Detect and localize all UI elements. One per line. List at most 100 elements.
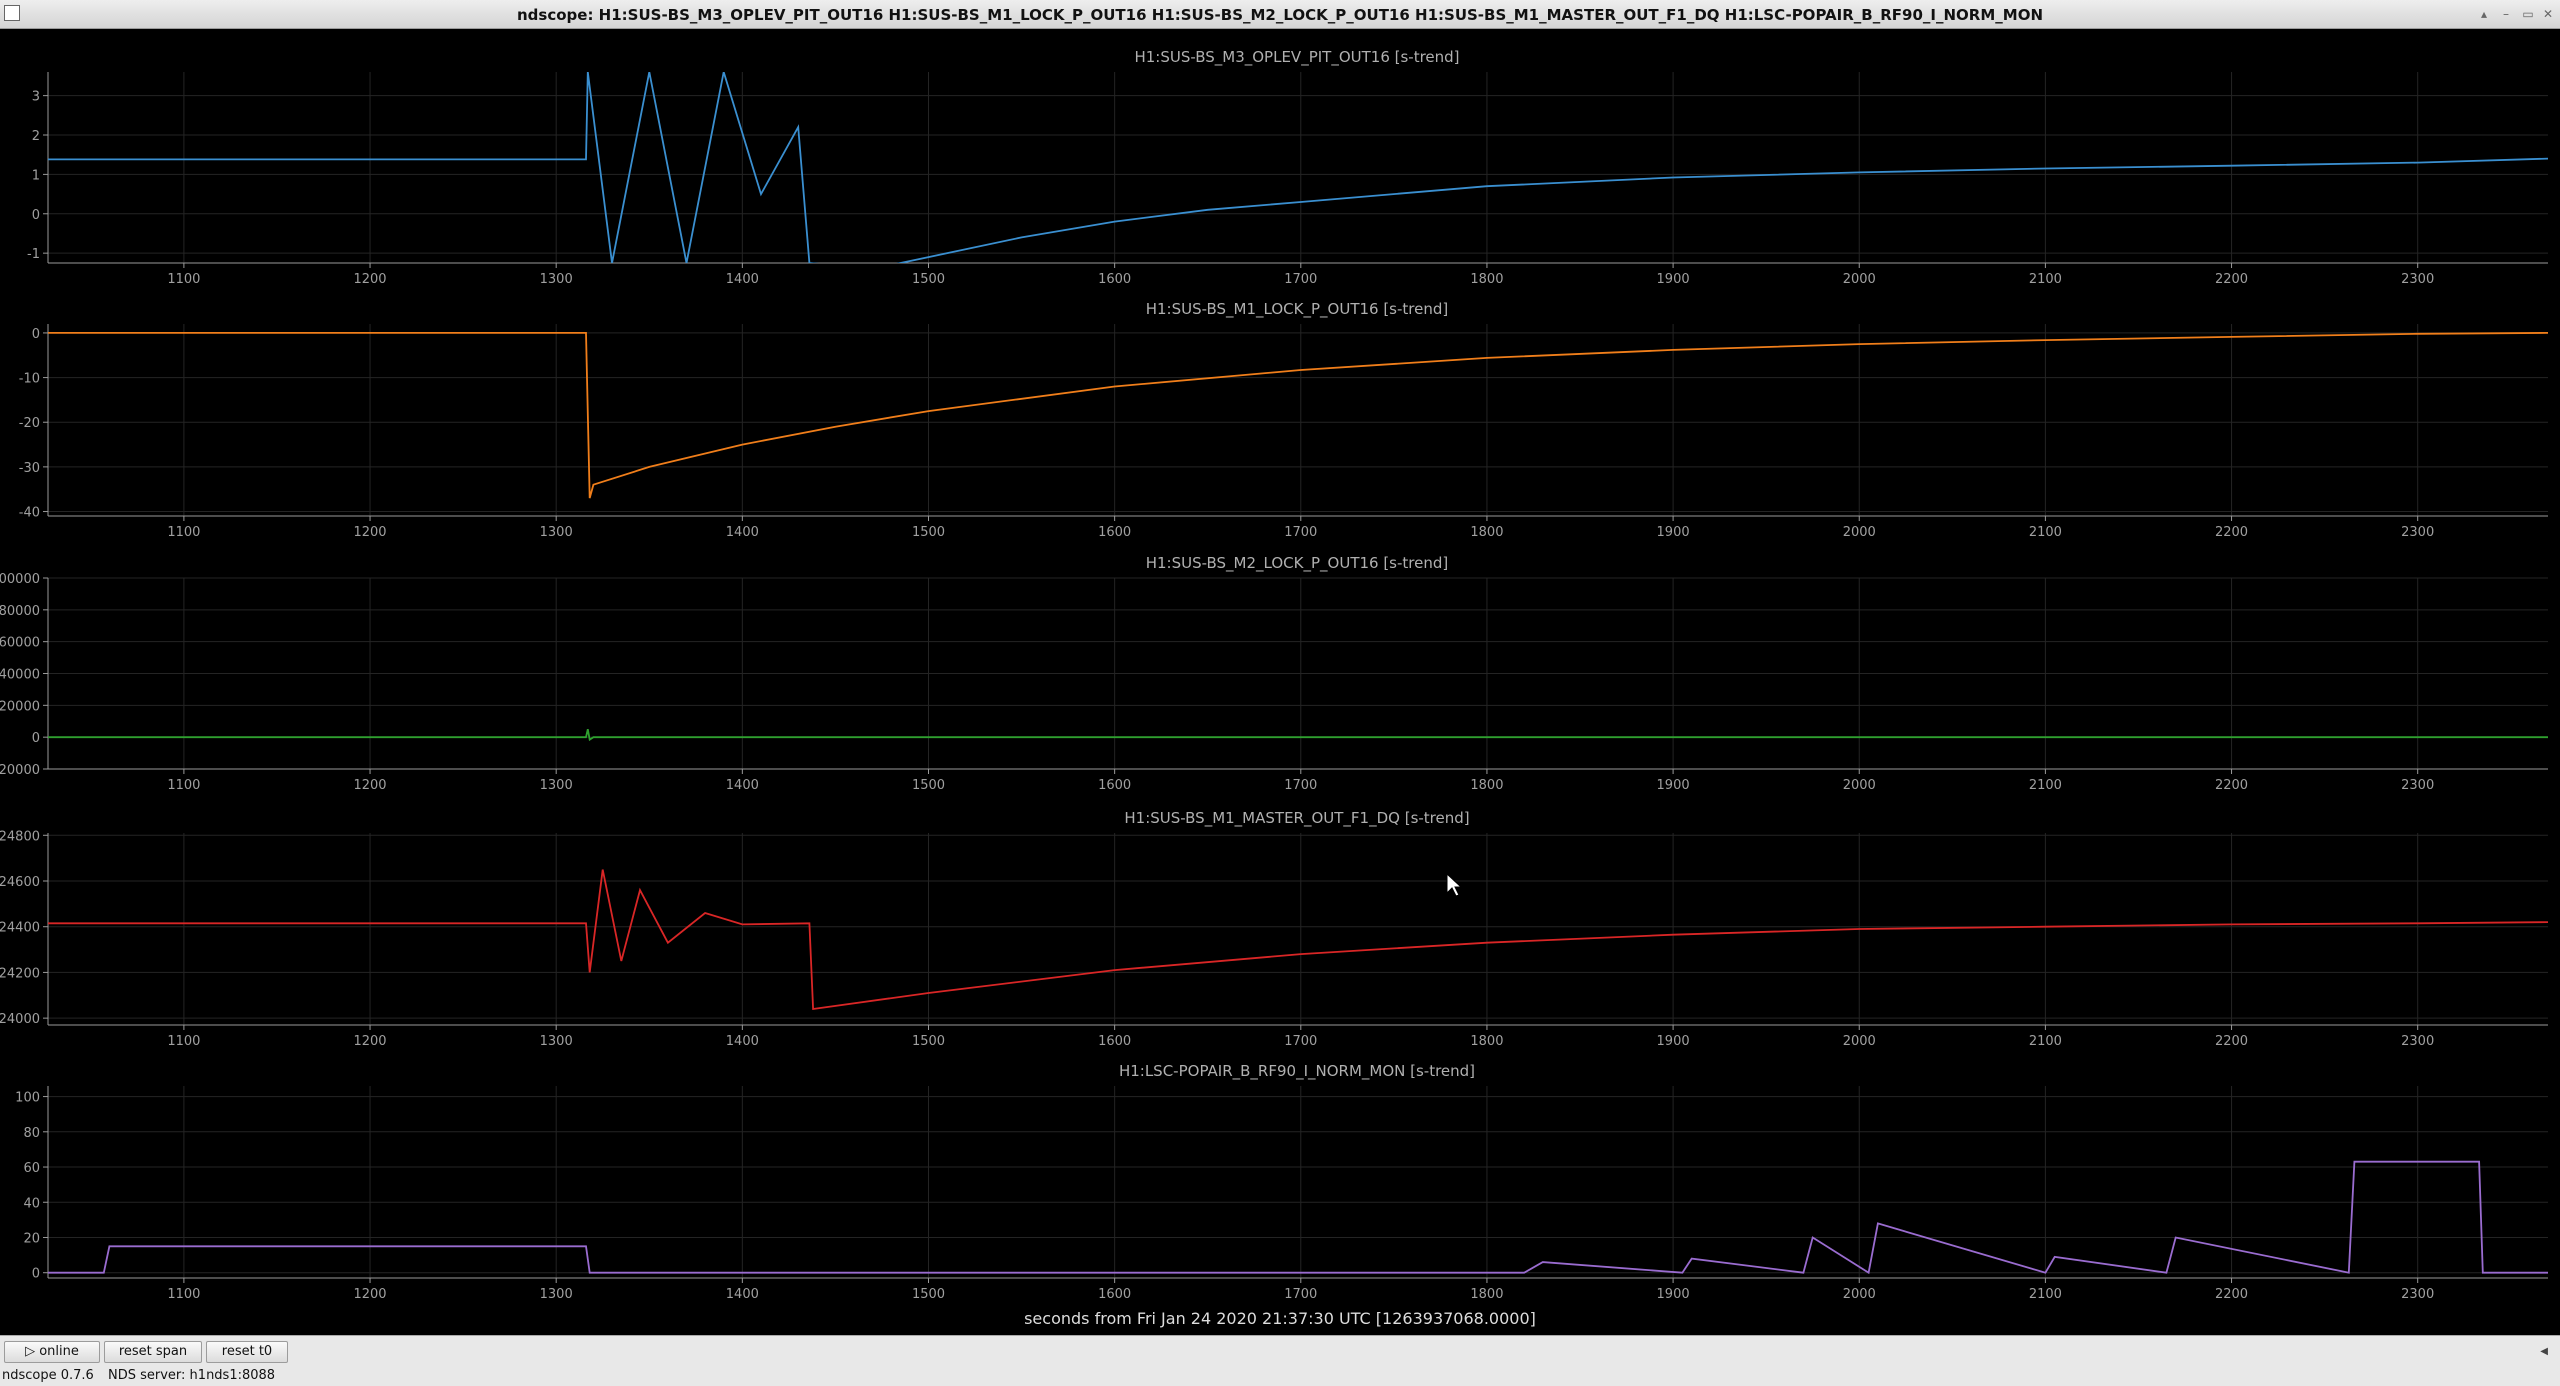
x-tick-label: 1600 [1098, 1287, 1131, 1302]
x-tick-label: 1300 [540, 525, 573, 540]
x-tick-label: 1600 [1098, 1034, 1131, 1049]
x-tick-label: 1200 [353, 778, 386, 793]
plot-title: H1:SUS-BS_M1_LOCK_P_OUT16 [s-trend] [1146, 300, 1449, 319]
x-tick-label: 1300 [540, 1287, 573, 1302]
x-tick-label: 1500 [912, 1034, 945, 1049]
mouse-cursor-icon [1446, 872, 1463, 897]
x-tick-label: 2100 [2029, 1034, 2062, 1049]
y-tick-label: 0 [32, 327, 40, 342]
y-tick-label: 20 [23, 1231, 40, 1246]
x-tick-label: 1100 [167, 525, 200, 540]
y-tick-label: -30 [19, 461, 40, 476]
y-tick-label: 24800 [0, 829, 40, 844]
x-tick-label: 1800 [1470, 778, 1503, 793]
x-tick-label: 2200 [2215, 1034, 2248, 1049]
y-tick-label: -10 [19, 372, 40, 387]
x-tick-label: 1700 [1284, 1287, 1317, 1302]
series-line [48, 869, 2548, 1011]
x-tick-label: 1600 [1098, 778, 1131, 793]
x-tick-label: 2100 [2029, 1287, 2062, 1302]
maximize-button[interactable]: ▭ [2520, 6, 2536, 22]
x-tick-label: 2000 [1843, 778, 1876, 793]
x-tick-label: 1600 [1098, 272, 1131, 287]
online-button[interactable]: ▷ online [4, 1341, 100, 1363]
y-tick-label: 0 [32, 1267, 40, 1282]
x-tick-label: 1900 [1657, 1034, 1690, 1049]
x-tick-label: 1800 [1470, 1034, 1503, 1049]
x-tick-label: 2000 [1843, 1287, 1876, 1302]
x-tick-label: 1800 [1470, 525, 1503, 540]
x-tick-label: 1200 [353, 525, 386, 540]
version-label: ndscope 0.7.6 [2, 1368, 94, 1383]
x-tick-label: 2200 [2215, 272, 2248, 287]
x-tick-label: 2100 [2029, 272, 2062, 287]
collapse-icon[interactable]: ◀ [2540, 1346, 2548, 1357]
plot-title: H1:SUS-BS_M2_LOCK_P_OUT16 [s-trend] [1146, 554, 1449, 573]
series-line [48, 729, 2548, 742]
x-tick-label: 1900 [1657, 1287, 1690, 1302]
x-tick-label: 1100 [167, 1287, 200, 1302]
x-tick-label: 1700 [1284, 778, 1317, 793]
y-tick-label: 3 [32, 90, 40, 105]
y-tick-label: 1 [32, 168, 40, 183]
x-tick-label: 2300 [2401, 1287, 2434, 1302]
x-tick-label: 1300 [540, 272, 573, 287]
y-tick-label: 60000 [0, 636, 40, 651]
y-tick-label: 60 [23, 1161, 40, 1176]
reset-t0-button[interactable]: reset t0 [206, 1341, 288, 1363]
x-tick-label: 1100 [167, 272, 200, 287]
x-axis-label: seconds from Fri Jan 24 2020 21:37:30 UT… [1024, 1309, 1536, 1328]
x-tick-label: 2100 [2029, 778, 2062, 793]
y-tick-label: 24400 [0, 921, 40, 936]
reset-span-button[interactable]: reset span [104, 1341, 202, 1363]
shade-button[interactable]: ▴ [2476, 6, 2492, 22]
window-titlebar[interactable]: ndscope: H1:SUS-BS_M3_OPLEV_PIT_OUT16 H1… [0, 0, 2560, 29]
series-line [48, 72, 2548, 263]
x-tick-label: 1500 [912, 272, 945, 287]
x-tick-label: 2000 [1843, 272, 1876, 287]
y-tick-label: -20 [19, 416, 40, 431]
x-tick-label: 1800 [1470, 1287, 1503, 1302]
minimize-button[interactable]: – [2498, 6, 2514, 22]
y-tick-label: 40 [23, 1196, 40, 1211]
nds-server-label: NDS server: h1nds1:8088 [108, 1368, 276, 1383]
x-tick-label: 1100 [167, 1034, 200, 1049]
x-tick-label: 1700 [1284, 272, 1317, 287]
series-line [48, 332, 2548, 499]
x-tick-label: 1400 [726, 525, 759, 540]
y-tick-label: 24000 [0, 1012, 40, 1027]
x-tick-label: 2200 [2215, 778, 2248, 793]
x-tick-label: 2300 [2401, 272, 2434, 287]
plot-canvas[interactable]: 1100 1200 1300 1400 1500 1600 1700 1800 1900 2000… [0, 29, 2560, 1335]
y-tick-label: 80000 [0, 604, 40, 619]
series-line [48, 1160, 2548, 1275]
y-tick-label: 100 [15, 1091, 40, 1106]
x-tick-label: 1200 [353, 1287, 386, 1302]
plot-title: H1:SUS-BS_M3_OPLEV_PIT_OUT16 [s-trend] [1134, 48, 1459, 67]
x-tick-label: 2000 [1843, 525, 1876, 540]
x-tick-label: 2300 [2401, 778, 2434, 793]
y-tick-label: 2 [32, 129, 40, 144]
x-tick-label: 2200 [2215, 525, 2248, 540]
y-tick-label: 0 [32, 731, 40, 746]
x-tick-label: 1400 [726, 1034, 759, 1049]
x-tick-label: 2200 [2215, 1287, 2248, 1302]
x-tick-label: 1900 [1657, 525, 1690, 540]
y-tick-label: -20000 [0, 763, 40, 778]
y-tick-label: 0 [32, 208, 40, 223]
y-tick-label: 24600 [0, 875, 40, 890]
window-title: ndscope: H1:SUS-BS_M3_OPLEV_PIT_OUT16 H1… [517, 6, 2043, 24]
x-tick-label: 1300 [540, 778, 573, 793]
y-tick-label: 40000 [0, 668, 40, 683]
x-tick-label: 2000 [1843, 1034, 1876, 1049]
x-tick-label: 1500 [912, 1287, 945, 1302]
bottom-toolbar: ▷ online reset span reset t0 ◀ ndscope 0… [0, 1335, 2560, 1386]
close-button[interactable]: ✕ [2540, 6, 2556, 22]
x-tick-label: 1700 [1284, 525, 1317, 540]
x-tick-label: 1200 [353, 1034, 386, 1049]
y-tick-label: -40 [19, 506, 40, 521]
x-tick-label: 1100 [167, 778, 200, 793]
x-tick-label: 1500 [912, 778, 945, 793]
y-tick-label: 100000 [0, 572, 40, 587]
x-tick-label: 1300 [540, 1034, 573, 1049]
